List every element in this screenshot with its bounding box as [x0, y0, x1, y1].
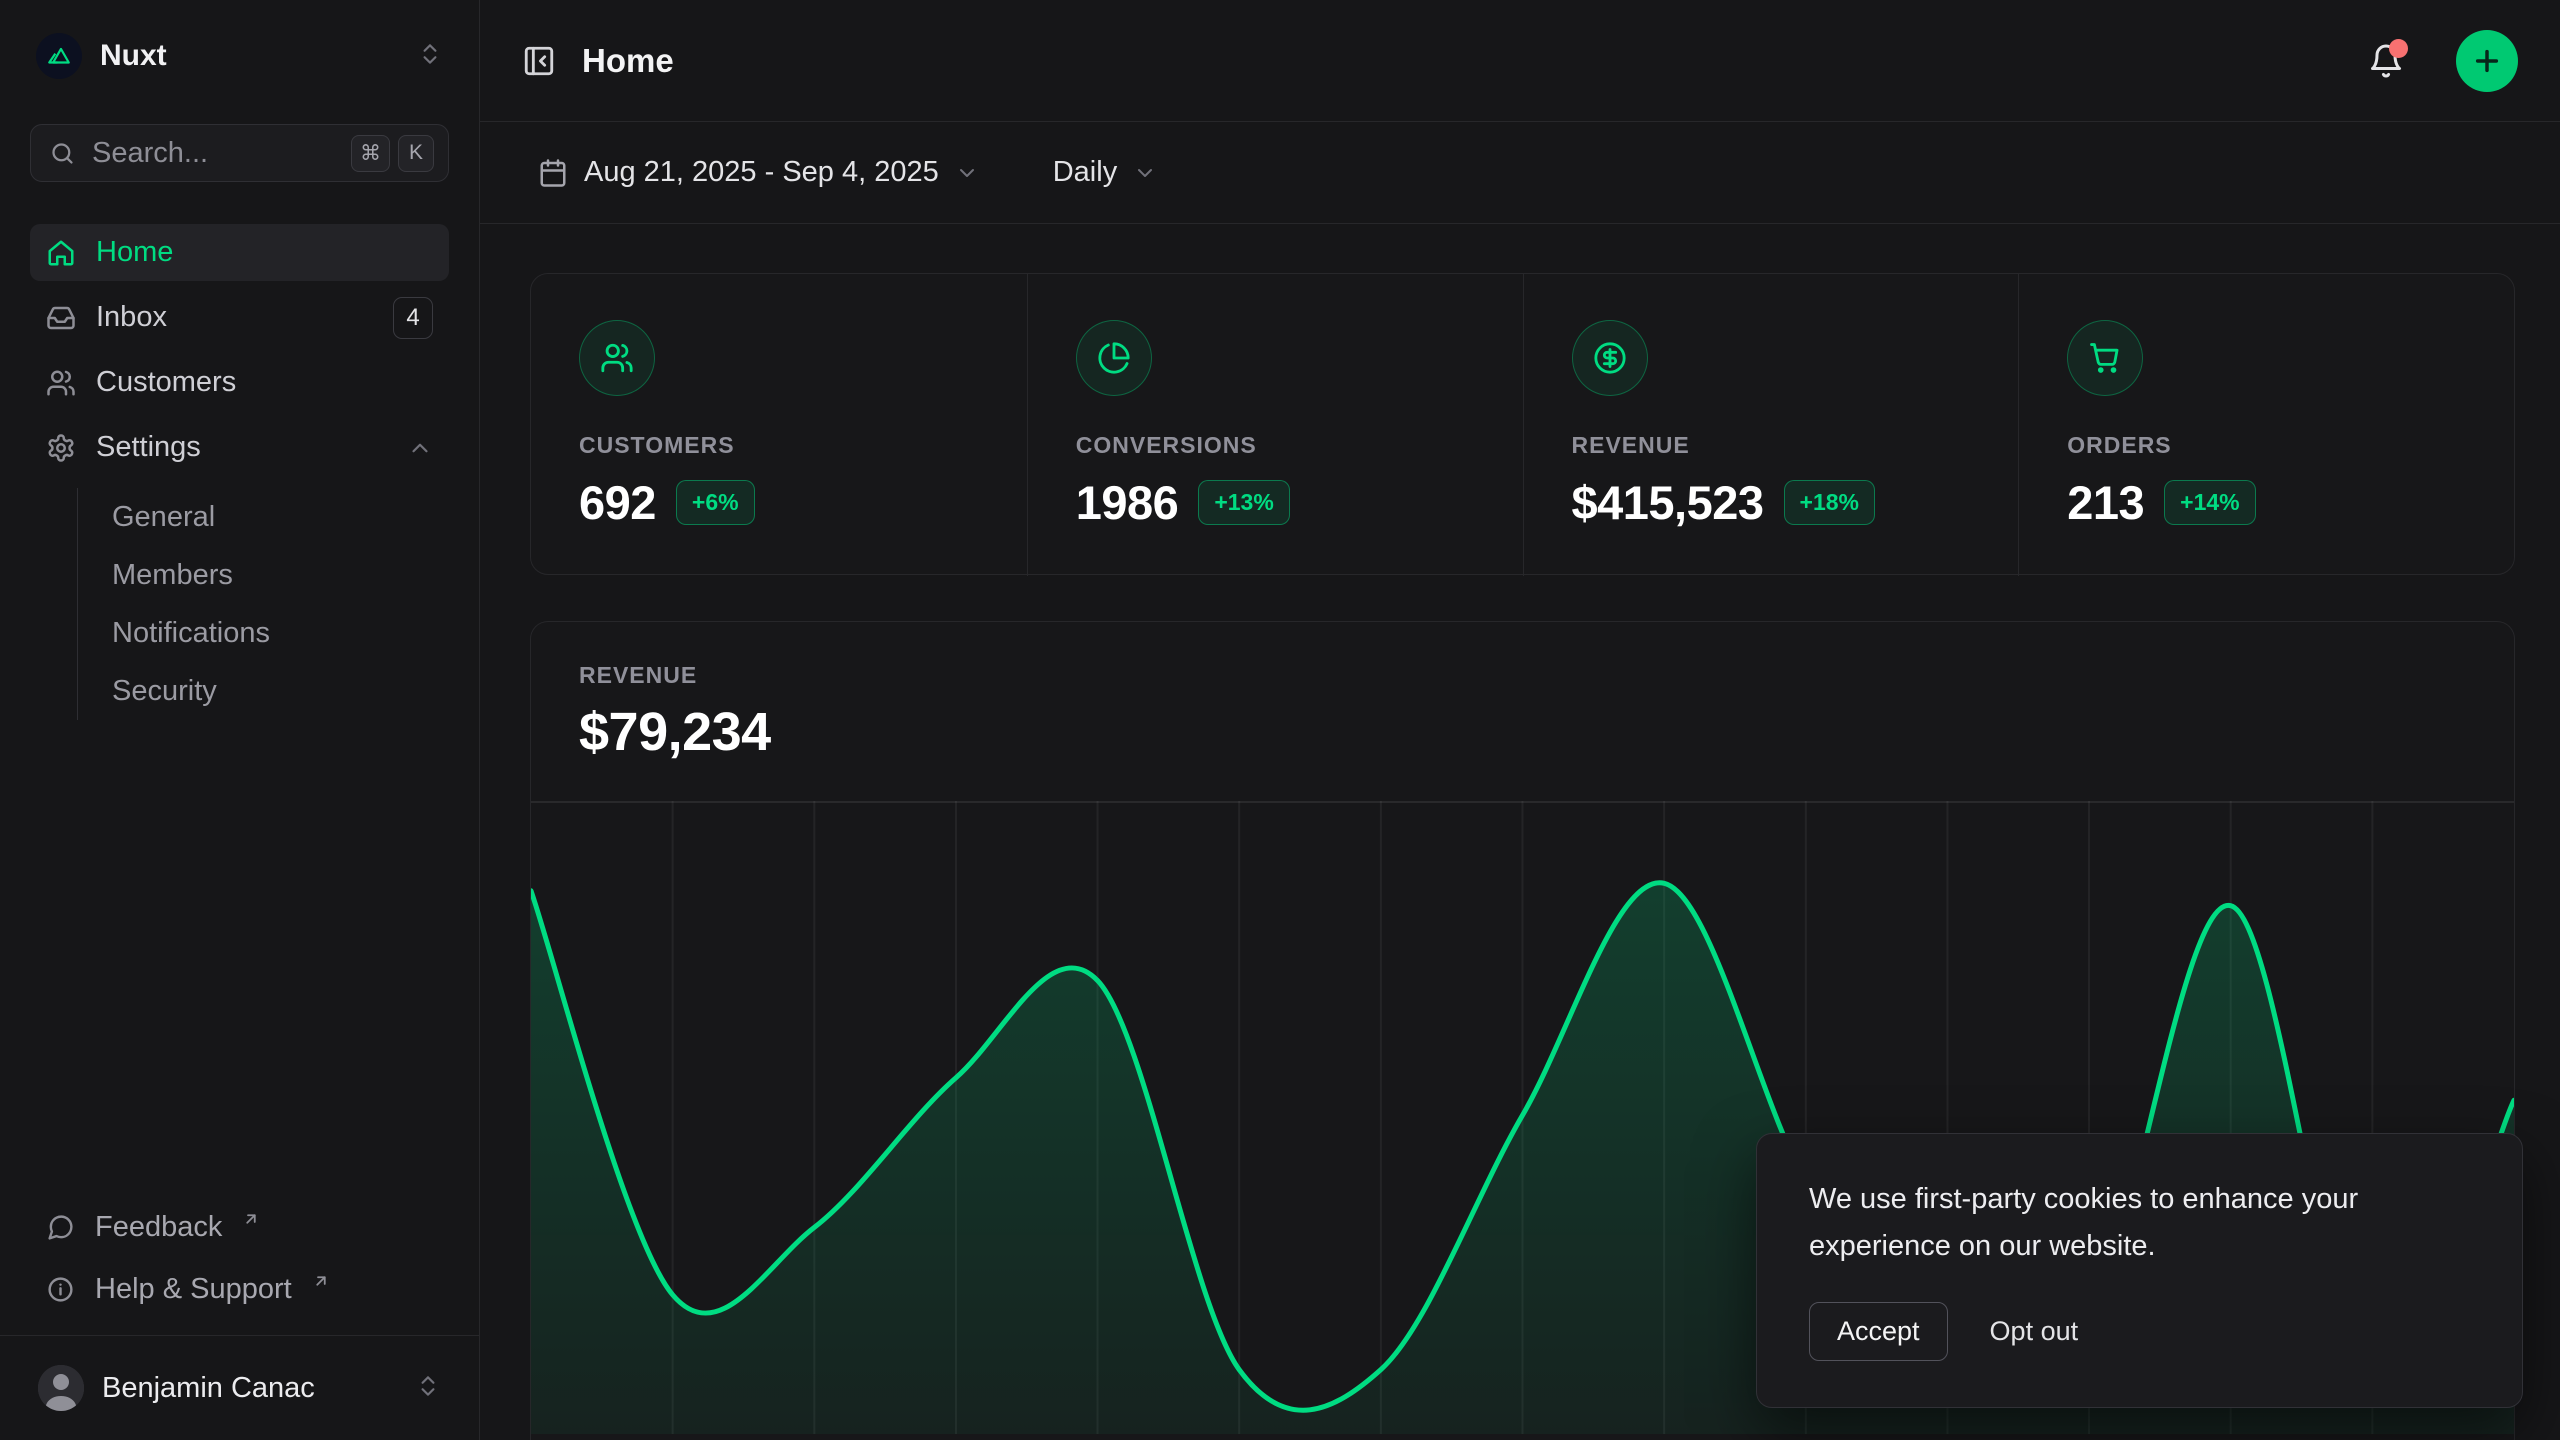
page-header: Home: [480, 0, 2560, 122]
search-placeholder: Search...: [92, 137, 335, 170]
users-icon: [579, 320, 655, 396]
revenue-chart-label: REVENUE: [579, 662, 2466, 689]
opt-out-button[interactable]: Opt out: [1990, 1316, 2079, 1347]
users-icon: [46, 368, 76, 398]
info-circle-icon: [46, 1275, 75, 1304]
stat-value: 692: [579, 475, 656, 530]
avatar: [38, 1365, 84, 1411]
inbox-icon: [46, 303, 76, 333]
sidebar-user-section: Benjamin Canac: [0, 1335, 479, 1440]
stat-value: 213: [2067, 475, 2144, 530]
cookie-actions: Accept Opt out: [1809, 1302, 2470, 1361]
page-title: Home: [582, 42, 2342, 80]
inbox-count-badge: 4: [393, 297, 433, 339]
sidebar-item-label: Settings: [96, 431, 387, 464]
pie-chart-icon: [1076, 320, 1152, 396]
stat-label: REVENUE: [1572, 432, 1971, 459]
search-icon: [49, 140, 76, 167]
stat-orders[interactable]: ORDERS 213 +14%: [2018, 274, 2514, 576]
stat-label: CUSTOMERS: [579, 432, 979, 459]
notification-dot: [2389, 39, 2408, 58]
feedback-label: Feedback: [95, 1211, 222, 1244]
chat-bubble-icon: [46, 1213, 75, 1242]
stat-conversions[interactable]: CONVERSIONS 1986 +13%: [1027, 274, 1523, 576]
workspace-name: Nuxt: [100, 39, 399, 73]
stat-value: 1986: [1076, 475, 1179, 530]
plus-icon: [2471, 45, 2503, 77]
stat-delta-badge: +14%: [2164, 480, 2255, 525]
chevron-down-icon: [1133, 161, 1157, 185]
sidebar-item-inbox[interactable]: Inbox 4: [30, 289, 449, 346]
external-link-icon: [242, 1210, 260, 1228]
sidebar-item-label: Inbox: [96, 301, 373, 334]
stat-delta-badge: +18%: [1784, 480, 1875, 525]
gear-icon: [46, 433, 76, 463]
chevron-down-icon: [955, 161, 979, 185]
home-icon: [46, 238, 76, 268]
cart-icon: [2067, 320, 2143, 396]
stat-value: $415,523: [1572, 475, 1764, 530]
toolbar: Aug 21, 2025 - Sep 4, 2025 Daily: [480, 122, 2560, 224]
search-kbd-hint: ⌘ K: [351, 135, 434, 172]
sidebar-item-label: Home: [96, 236, 433, 269]
date-range-value: Aug 21, 2025 - Sep 4, 2025: [584, 156, 939, 189]
sidebar-top: Nuxt Search... ⌘ K: [0, 0, 479, 182]
help-support-label: Help & Support: [95, 1273, 292, 1306]
sidebar-item-settings[interactable]: Settings: [30, 419, 449, 476]
calendar-icon: [538, 158, 568, 188]
accept-button[interactable]: Accept: [1809, 1302, 1948, 1361]
stat-customers[interactable]: CUSTOMERS 692 +6%: [531, 274, 1027, 576]
sidebar-item-customers[interactable]: Customers: [30, 354, 449, 411]
external-link-icon: [312, 1272, 330, 1290]
revenue-chart-header: REVENUE $79,234: [531, 622, 2514, 763]
workspace-switcher[interactable]: Nuxt: [30, 28, 449, 84]
add-button[interactable]: [2456, 30, 2518, 92]
kbd-meta: ⌘: [351, 135, 390, 172]
sidebar-item-security[interactable]: Security: [112, 662, 449, 720]
revenue-chart-value: $79,234: [579, 701, 2466, 763]
stat-delta-badge: +13%: [1198, 480, 1289, 525]
sidebar-item-general[interactable]: General: [112, 488, 449, 546]
stat-revenue[interactable]: REVENUE $415,523 +18%: [1523, 274, 2019, 576]
stat-delta-badge: +6%: [676, 480, 755, 525]
user-menu-button[interactable]: Benjamin Canac: [30, 1356, 449, 1420]
search-input[interactable]: Search... ⌘ K: [30, 124, 449, 182]
stats-card: CUSTOMERS 692 +6% CONVERSIONS 1986 +13%: [530, 273, 2515, 575]
settings-sub-list: General Members Notifications Security: [77, 488, 449, 720]
sidebar-item-notifications[interactable]: Notifications: [112, 604, 449, 662]
period-value: Daily: [1053, 156, 1117, 189]
stat-label: CONVERSIONS: [1076, 432, 1475, 459]
period-select[interactable]: Daily: [1037, 144, 1173, 201]
sidebar-item-label: Customers: [96, 366, 433, 399]
sidebar-item-members[interactable]: Members: [112, 546, 449, 604]
cookie-message: We use first-party cookies to enhance yo…: [1809, 1176, 2470, 1270]
cookie-toast: We use first-party cookies to enhance yo…: [1756, 1133, 2523, 1408]
dollar-circle-icon: [1572, 320, 1648, 396]
nuxt-logo-icon: [36, 33, 82, 79]
sidebar-nav: Home Inbox 4 Customers Settings: [0, 224, 479, 720]
sidebar-collapse-icon[interactable]: [522, 44, 556, 78]
chevrons-up-down-icon: [417, 41, 443, 72]
date-range-picker[interactable]: Aug 21, 2025 - Sep 4, 2025: [522, 144, 995, 201]
kbd-k: K: [398, 135, 434, 172]
sidebar: Nuxt Search... ⌘ K: [0, 0, 480, 1440]
feedback-link[interactable]: Feedback: [30, 1199, 449, 1255]
chevron-up-icon: [407, 435, 433, 461]
sidebar-footer-links: Feedback Help & Support: [0, 1199, 479, 1335]
stat-label: ORDERS: [2067, 432, 2466, 459]
notifications-button[interactable]: [2368, 43, 2404, 79]
sidebar-item-home[interactable]: Home: [30, 224, 449, 281]
sidebar-spacer: [0, 720, 479, 1199]
user-name: Benjamin Canac: [102, 1372, 397, 1405]
help-support-link[interactable]: Help & Support: [30, 1261, 449, 1317]
chevrons-up-down-icon: [415, 1373, 441, 1404]
